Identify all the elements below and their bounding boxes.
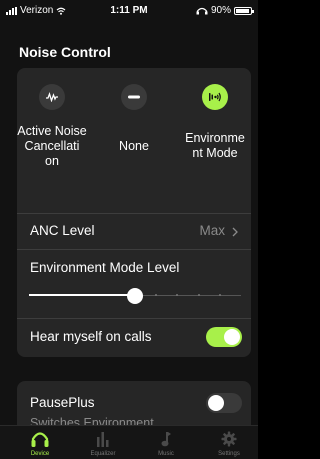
chevron-right-icon bbox=[232, 227, 238, 237]
battery-icon bbox=[234, 6, 254, 15]
gear-icon bbox=[197, 430, 261, 448]
slider-tick bbox=[197, 294, 200, 296]
battery-fill bbox=[236, 8, 249, 13]
slider-thumb[interactable] bbox=[127, 288, 143, 304]
headphones-icon bbox=[8, 430, 72, 448]
tab-device[interactable]: Device bbox=[8, 430, 72, 457]
minus-icon bbox=[121, 84, 147, 110]
environment-mode-level-label: Environment Mode Level bbox=[30, 260, 180, 275]
mode-label: None bbox=[119, 139, 149, 153]
music-note-icon bbox=[134, 430, 198, 448]
anc-level-label: ANC Level bbox=[30, 223, 95, 238]
pauseplus-toggle[interactable] bbox=[206, 393, 242, 413]
tab-bar: Device Equalizer Music Settings bbox=[0, 425, 258, 459]
tab-label: Device bbox=[30, 451, 50, 457]
divider bbox=[17, 249, 251, 250]
divider bbox=[17, 318, 251, 319]
tab-label: Settings bbox=[218, 451, 240, 457]
anc-level-value: Max bbox=[199, 223, 225, 238]
slider-tick bbox=[218, 294, 221, 296]
tab-label: Equalizer bbox=[90, 451, 116, 457]
tab-equalizer[interactable]: Equalizer bbox=[71, 430, 135, 457]
toggle-knob bbox=[224, 329, 240, 345]
mode-active-noise-cancellation[interactable]: Active Noise Cancellati on bbox=[17, 84, 87, 169]
battery-area: 90% bbox=[196, 5, 254, 16]
tab-settings[interactable]: Settings bbox=[197, 430, 261, 457]
headphones-status-icon bbox=[196, 7, 208, 14]
environment-mode-level-slider[interactable] bbox=[29, 288, 241, 304]
environment-sound-icon bbox=[202, 84, 228, 110]
hear-myself-toggle[interactable] bbox=[206, 327, 242, 347]
slider-fill bbox=[29, 294, 135, 296]
mode-none[interactable]: None bbox=[99, 84, 169, 154]
battery-percent: 90% bbox=[210, 5, 231, 16]
hear-myself-label: Hear myself on calls bbox=[30, 329, 152, 344]
tab-label: Music bbox=[158, 451, 174, 457]
anc-level-row[interactable]: ANC Level Max bbox=[17, 214, 251, 248]
equalizer-icon bbox=[71, 430, 135, 448]
noise-control-title: Noise Control bbox=[19, 44, 111, 60]
toggle-knob bbox=[208, 395, 224, 411]
noise-control-card: Active Noise Cancellati on None Environm… bbox=[17, 68, 251, 357]
mode-environment[interactable]: Environme nt Mode bbox=[180, 84, 250, 161]
anc-waveform-icon bbox=[39, 84, 65, 110]
mode-label: Active Noise Cancellati on bbox=[17, 124, 87, 168]
status-bar: Verizon 1:11 PM 90% bbox=[0, 0, 258, 22]
tab-music[interactable]: Music bbox=[134, 430, 198, 457]
mode-label: Environme nt Mode bbox=[185, 131, 245, 160]
pauseplus-title: PausePlus bbox=[30, 395, 95, 410]
